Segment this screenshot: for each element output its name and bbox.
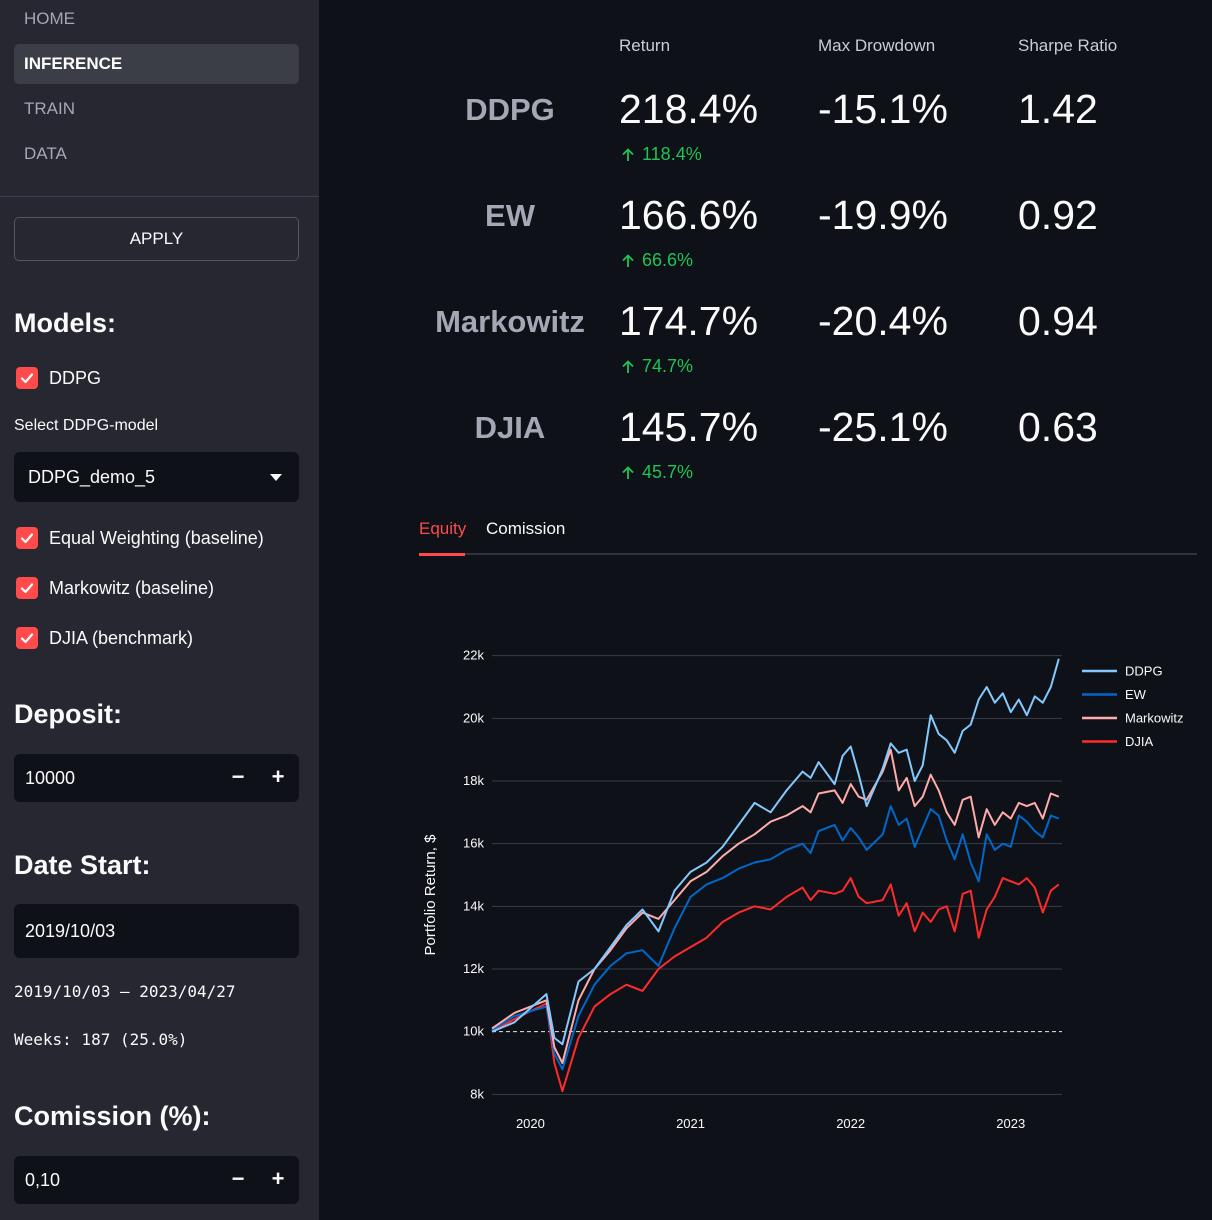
checkbox-ddpg[interactable]: DDPG [16, 366, 101, 390]
commission-value[interactable]: 0,10 [25, 1156, 60, 1204]
return-delta: 74.7% [620, 356, 693, 377]
x-tick-label: 2021 [676, 1116, 705, 1131]
delta-text: 66.6% [642, 250, 694, 270]
x-tick-label: 2022 [836, 1116, 865, 1131]
return-delta: 66.6% [620, 250, 693, 271]
legend-label: Markowitz [1125, 711, 1184, 726]
y-tick-label: 12k [463, 961, 484, 976]
arrow-up-icon [622, 253, 634, 267]
drawdown-value: -20.4% [818, 298, 948, 344]
x-tick-label: 2020 [516, 1116, 545, 1131]
y-tick-label: 10k [463, 1024, 484, 1039]
drawdown-value: -15.1% [818, 86, 948, 132]
y-tick-label: 8k [470, 1086, 484, 1101]
return-delta: 45.7% [620, 462, 693, 483]
checkbox-label: DJIA (benchmark) [49, 627, 194, 648]
select-model-label: Select DDPG-model [14, 417, 159, 434]
model-name: EW [485, 198, 535, 233]
decrement-button[interactable]: − [218, 754, 258, 802]
checkbox-checked-icon[interactable] [16, 627, 38, 649]
checkbox-checked-icon[interactable] [16, 527, 38, 549]
tab-equity[interactable]: Equity [419, 519, 466, 539]
y-tick-label: 22k [463, 648, 484, 663]
nav-item-inference[interactable]: INFERENCE [14, 44, 299, 84]
checkbox-djia[interactable]: DJIA (benchmark) [16, 626, 193, 650]
return-delta: 118.4% [620, 144, 702, 165]
legend-label: DJIA [1125, 734, 1154, 749]
header-return: Return [619, 36, 671, 55]
return-value: 145.7% [619, 404, 759, 450]
series-line-ddpg [491, 658, 1060, 1046]
model-name: DJIA [474, 410, 546, 445]
tab-commission[interactable]: Comission [486, 519, 565, 539]
weeks-text: Weeks: 187 (25.0%) [14, 1030, 188, 1049]
sharpe-value: 0.63 [1018, 404, 1098, 450]
y-tick-label: 16k [463, 836, 484, 851]
y-tick-label: 18k [463, 773, 484, 788]
legend-label: EW [1125, 687, 1147, 702]
models-title: Models: [14, 308, 117, 338]
y-axis-label: Portfolio Return, $ [422, 834, 439, 956]
header-sharpe: Sharpe Ratio [1018, 36, 1118, 55]
arrow-up-icon [622, 465, 634, 479]
y-tick-label: 20k [463, 710, 484, 725]
nav-item-home[interactable]: HOME [14, 0, 299, 39]
checkbox-checked-icon[interactable] [16, 367, 38, 389]
nav-divider [0, 196, 319, 197]
model-name: Markowitz [435, 304, 585, 339]
delta-text: 118.4% [642, 144, 702, 164]
return-value: 166.6% [619, 192, 759, 238]
series-line-ew [491, 805, 1060, 1071]
checkbox-markowitz[interactable]: Markowitz (baseline) [16, 576, 214, 600]
checkbox-ew[interactable]: Equal Weighting (baseline) [16, 526, 264, 550]
decrement-button[interactable]: − [218, 1156, 258, 1204]
date-start-title: Date Start: [14, 850, 151, 880]
increment-button[interactable]: + [258, 754, 298, 802]
drawdown-value: -19.9% [818, 192, 948, 238]
ddpg-model-select[interactable]: DDPG_demo_5 [14, 452, 299, 502]
commission-input[interactable]: 0,10 − + [14, 1156, 299, 1204]
date-range-text: 2019/10/03 – 2023/04/27 [14, 982, 236, 1001]
equity-chart[interactable]: 8k 10k 12k 14k 16k 18k 20k 22k 2020 2021 2022 2023 P… [400, 640, 1212, 1160]
x-tick-label: 2023 [996, 1116, 1025, 1131]
header-max-drawdown: Max Drowdown [818, 36, 936, 55]
legend-label: DDPG [1125, 664, 1163, 679]
drawdown-value: -25.1% [818, 404, 948, 450]
date-start-input[interactable]: 2019/10/03 [14, 904, 299, 958]
sidebar: HOME INFERENCE TRAIN DATA APPLY Models: … [0, 0, 319, 1220]
sharpe-value: 0.92 [1018, 192, 1098, 238]
tabs-divider [419, 553, 1197, 555]
nav-item-train[interactable]: TRAIN [14, 89, 299, 129]
y-tick-label: 14k [463, 898, 484, 913]
commission-title: Comission (%): [14, 1101, 211, 1131]
select-value: DDPG_demo_5 [28, 467, 156, 487]
nav-menu: HOME INFERENCE TRAIN DATA [14, 0, 299, 179]
checkbox-checked-icon[interactable] [16, 577, 38, 599]
checkbox-label: Equal Weighting (baseline) [49, 527, 264, 548]
delta-text: 74.7% [642, 356, 694, 376]
checkbox-label: Markowitz (baseline) [49, 577, 215, 598]
active-tab-indicator [419, 553, 465, 556]
nav-item-data[interactable]: DATA [14, 134, 299, 174]
return-value: 218.4% [619, 86, 759, 132]
delta-text: 45.7% [642, 462, 694, 482]
arrow-up-icon [622, 359, 634, 373]
caret-down-icon [270, 474, 282, 481]
return-value: 174.7% [619, 298, 759, 344]
increment-button[interactable]: + [258, 1156, 298, 1204]
model-name: DDPG [465, 92, 555, 127]
sharpe-value: 1.42 [1018, 86, 1098, 132]
apply-button[interactable]: APPLY [14, 217, 299, 261]
deposit-input[interactable]: 10000 − + [14, 754, 299, 802]
deposit-title: Deposit: [14, 699, 122, 729]
sharpe-value: 0.94 [1018, 298, 1098, 344]
checkbox-label: DDPG [49, 367, 102, 388]
deposit-value[interactable]: 10000 [25, 754, 75, 802]
arrow-up-icon [622, 147, 634, 161]
